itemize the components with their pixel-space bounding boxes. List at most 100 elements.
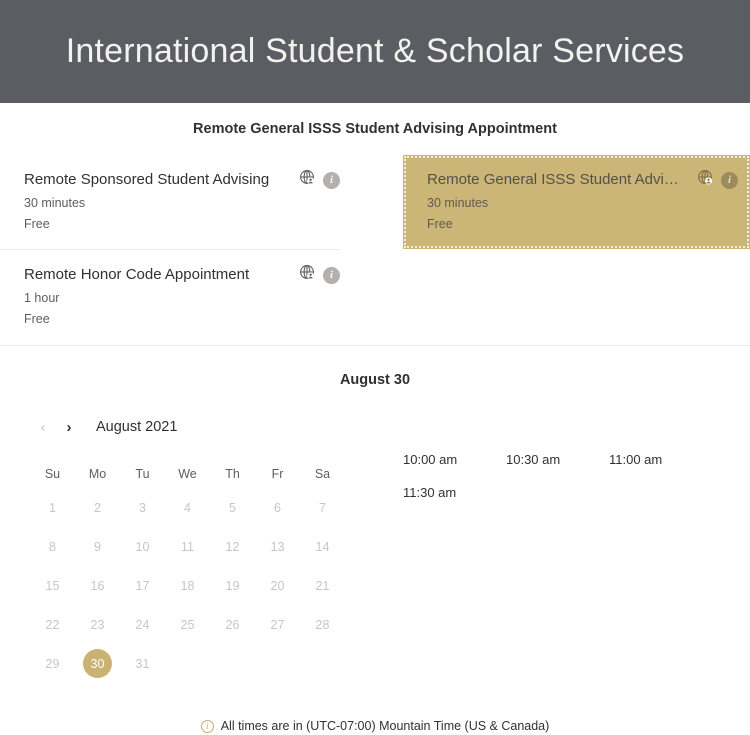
calendar-day-header: We [178,467,197,481]
globe-user-icon [300,170,315,185]
service-selection-section: Remote General ISSS Student Advising App… [0,103,750,346]
service-item-name: Remote Honor Code Appointment [24,265,250,283]
calendar-day[interactable]: 3 [120,488,165,527]
calendar-day-header: Su [44,467,61,481]
service-item-price: Free [427,217,453,232]
calendar-day[interactable]: 18 [165,566,210,605]
service-item-selected[interactable]: Remote General ISSS Student Advising... i… [403,155,750,250]
calendar-day-number: 14 [315,539,330,554]
info-circle-icon[interactable]: i [323,171,340,189]
calendar-day[interactable]: 31 [120,644,165,683]
calendar-day-number: 28 [315,617,330,632]
calendar-next-month-icon[interactable]: › [56,416,82,438]
calendar-day[interactable]: 23 [75,605,120,644]
timezone-note: All times are in (UTC-07:00) Mountain Ti… [220,719,550,733]
service-item-name: Remote General ISSS Student Advising... [427,170,685,188]
selected-date-heading: August 30 [339,372,411,388]
calendar-day[interactable]: 26 [210,605,255,644]
calendar-prev-month-icon[interactable]: ‹ [30,416,56,438]
calendar-day-number: 1 [49,500,56,515]
service-item-row: Remote Honor Code Appointment i [24,264,340,286]
calendar-day-number: 29 [45,656,60,671]
calendar-day-number: 18 [180,578,195,593]
globe-user-icon[interactable] [299,264,316,286]
time-slot[interactable]: 10:30 am [506,452,609,467]
calendar-day[interactable]: 5 [210,488,255,527]
calendar-day[interactable]: 9 [75,527,120,566]
calendar-day-header: Sa [314,467,331,481]
service-item-icons: i [697,169,738,191]
calendar-day-number: 15 [45,578,60,593]
page-title: International Student & Scholar Services [65,31,685,70]
service-item-price: Free [24,217,50,232]
calendar-day-number: 16 [90,578,105,593]
info-circle-icon: i [200,719,214,733]
service-column-right: Remote General ISSS Student Advising... i… [375,155,750,346]
calendar-day[interactable]: 17 [120,566,165,605]
calendar-day[interactable]: 14 [300,527,345,566]
calendar-day[interactable]: 24 [120,605,165,644]
calendar-day[interactable]: 21 [300,566,345,605]
calendar-day-number: 23 [90,617,105,632]
info-circle-icon[interactable]: i [721,171,738,189]
globe-user-icon [300,265,315,280]
service-item[interactable]: Remote Sponsored Student Advising i 30 min… [0,155,340,251]
calendar-day[interactable]: 10 [120,527,165,566]
calendar-day-number: 2 [94,500,101,515]
calendar-day-number: 10 [135,539,150,554]
calendar-day[interactable]: 15 [30,566,75,605]
calendar-day-header: Mo [88,467,107,481]
calendar-day[interactable]: 12 [210,527,255,566]
calendar-day-selected[interactable]: 30 [75,644,120,683]
calendar-day-number: 22 [45,617,60,632]
calendar-day[interactable]: 2 [75,488,120,527]
calendar-day[interactable]: 25 [165,605,210,644]
service-item[interactable]: Remote Honor Code Appointment i 1 hour Free [0,250,340,346]
calendar-day[interactable]: 16 [75,566,120,605]
calendar-day-header: Fr [271,467,284,481]
service-item-row: Remote General ISSS Student Advising... i [427,169,738,191]
calendar-day[interactable]: 8 [30,527,75,566]
calendar-day[interactable]: 19 [210,566,255,605]
time-slot[interactable]: 11:30 am [403,485,506,500]
service-section-heading: Remote General ISSS Student Advising App… [193,121,557,137]
scheduler-body: ‹ › August 2021 Su Mo Tu We Th Fr Sa 1 2 3 4 5 6 7 8 9 1… [0,388,750,683]
time-slot[interactable]: 11:00 am [609,452,712,467]
page-banner: International Student & Scholar Services [0,0,750,103]
time-slot-list: 10:00 am 10:30 am 11:00 am 11:30 am [403,452,750,500]
calendar-day-number: 4 [184,500,191,515]
calendar-day[interactable]: 28 [300,605,345,644]
calendar-day[interactable]: 27 [255,605,300,644]
globe-user-icon[interactable] [697,169,714,191]
service-item-price: Free [24,312,50,327]
calendar-day-number: 13 [270,539,285,554]
calendar-day[interactable]: 13 [255,527,300,566]
calendar-day[interactable]: 20 [255,566,300,605]
calendar-day-number: 27 [270,617,285,632]
service-item-duration: 30 minutes [24,196,86,210]
calendar-day[interactable]: 29 [30,644,75,683]
calendar-day-number: 6 [274,500,281,515]
calendar-day-number: 17 [135,578,150,593]
service-list-grid: Remote Sponsored Student Advising i 30 min… [0,155,750,346]
calendar-day-number: 26 [225,617,240,632]
calendar-day[interactable]: 7 [300,488,345,527]
calendar-day-number: 9 [94,539,101,554]
service-column-left: Remote Sponsored Student Advising i 30 min… [0,155,375,346]
calendar-day[interactable]: 4 [165,488,210,527]
calendar-day[interactable]: 6 [255,488,300,527]
calendar-day[interactable]: 1 [30,488,75,527]
globe-user-icon[interactable] [299,169,316,191]
calendar-day-number: 11 [181,539,194,554]
calendar-day[interactable]: 11 [165,527,210,566]
calendar-day-number: 20 [270,578,285,593]
time-slot[interactable]: 10:00 am [403,452,506,467]
calendar-day-number: 12 [225,539,240,554]
service-item-row: Remote Sponsored Student Advising i [24,169,340,191]
calendar-day[interactable]: 22 [30,605,75,644]
scheduler-section: August 30 ‹ › August 2021 Su Mo Tu We Th Fr Sa… [0,346,750,733]
timezone-footer: i All times are in (UTC-07:00) Mountain … [0,683,750,733]
info-circle-icon[interactable]: i [323,266,340,284]
globe-user-icon [698,170,713,185]
time-slots-panel: 10:00 am 10:30 am 11:00 am 11:30 am [375,416,750,683]
